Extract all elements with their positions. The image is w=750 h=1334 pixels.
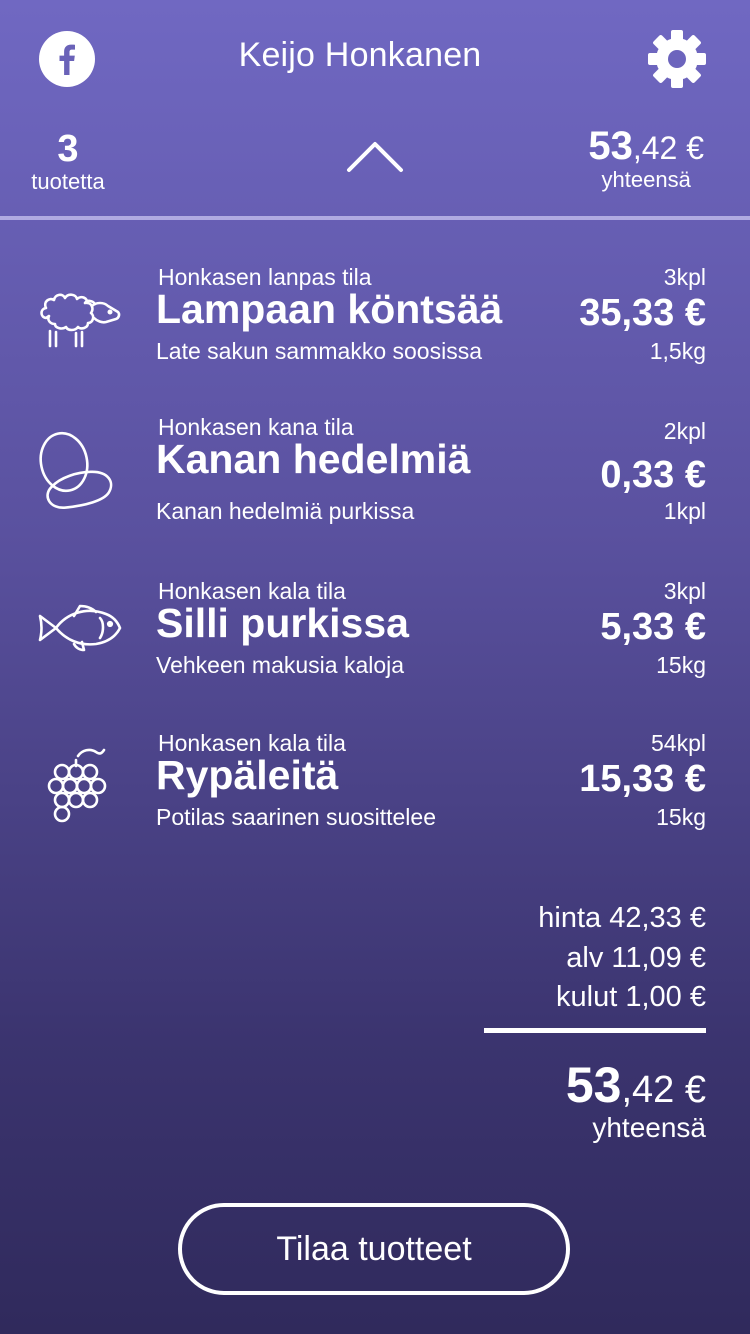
product-quantity: 2kpl — [663, 418, 706, 444]
product-row[interactable]: Honkasen kala tila Silli purkissa Vehkee… — [0, 578, 750, 698]
product-name: Rypäleitä — [156, 752, 339, 798]
product-price: 35,33 € — [579, 292, 706, 334]
product-price: 5,33 € — [600, 606, 706, 648]
product-name: Silli purkissa — [156, 600, 409, 646]
product-description: Late sakun sammakko soosissa — [156, 338, 482, 364]
chevron-up-icon — [347, 142, 403, 172]
product-weight: 15kg — [656, 652, 706, 678]
grand-total-label: yhteensä — [592, 1112, 706, 1143]
grand-total-integer: 53 — [565, 1057, 622, 1113]
product-name: Lampaan köntsää — [156, 286, 503, 332]
grapes-icon — [47, 748, 107, 823]
product-description: Vehkeen makusia kaloja — [156, 652, 405, 678]
product-price: 0,33 € — [600, 454, 706, 496]
product-count-label: tuotetta — [31, 169, 105, 194]
total-summary: 53,42 € yhteensä — [588, 124, 704, 191]
eggs-icon — [39, 431, 113, 509]
sheep-icon — [40, 293, 121, 348]
order-button[interactable]: Tilaa tuotteet — [178, 1203, 570, 1295]
product-description: Potilas saarinen suosittelee — [156, 804, 436, 830]
gear-icon — [648, 30, 706, 88]
facebook-button[interactable] — [39, 31, 95, 87]
product-weight: 1kpl — [663, 498, 706, 524]
product-weight: 15kg — [656, 804, 706, 830]
grand-total: 53,42 € yhteensä — [566, 1056, 706, 1142]
settings-button[interactable] — [646, 28, 708, 90]
product-row[interactable]: Honkasen kala tila Rypäleitä Potilas saa… — [0, 730, 750, 850]
product-weight: 1,5kg — [649, 338, 706, 364]
product-count: 3 tuotetta — [20, 128, 116, 194]
product-description: Kanan hedelmiä purkissa — [156, 498, 415, 524]
product-name: Kanan hedelmiä — [156, 436, 471, 482]
user-name: Keijo Honkanen — [238, 36, 482, 74]
vat-line: alv 11,09 € — [566, 942, 706, 974]
total-label: yhteensä — [601, 167, 691, 192]
sum-divider — [484, 1028, 706, 1033]
costs-line: kulut 1,00 € — [556, 981, 706, 1013]
fish-icon — [38, 604, 122, 652]
collapse-button[interactable] — [344, 134, 406, 176]
product-quantity: 3kpl — [663, 578, 706, 604]
product-quantity: 3kpl — [663, 264, 706, 290]
facebook-icon — [59, 44, 75, 75]
total-decimal: ,42 € — [632, 130, 704, 166]
grand-total-decimal: ,42 € — [621, 1069, 706, 1111]
product-quantity: 54kpl — [651, 730, 706, 756]
product-price: 15,33 € — [579, 758, 706, 800]
product-row[interactable]: Honkasen lanpas tila Lampaan köntsää Lat… — [0, 264, 750, 384]
price-line: hinta 42,33 € — [538, 902, 706, 934]
product-row[interactable]: Honkasen kana tila Kanan hedelmiä Kanan … — [0, 414, 750, 534]
total-integer: 53 — [588, 124, 633, 168]
divider — [0, 216, 750, 220]
product-count-value: 3 — [57, 128, 79, 170]
